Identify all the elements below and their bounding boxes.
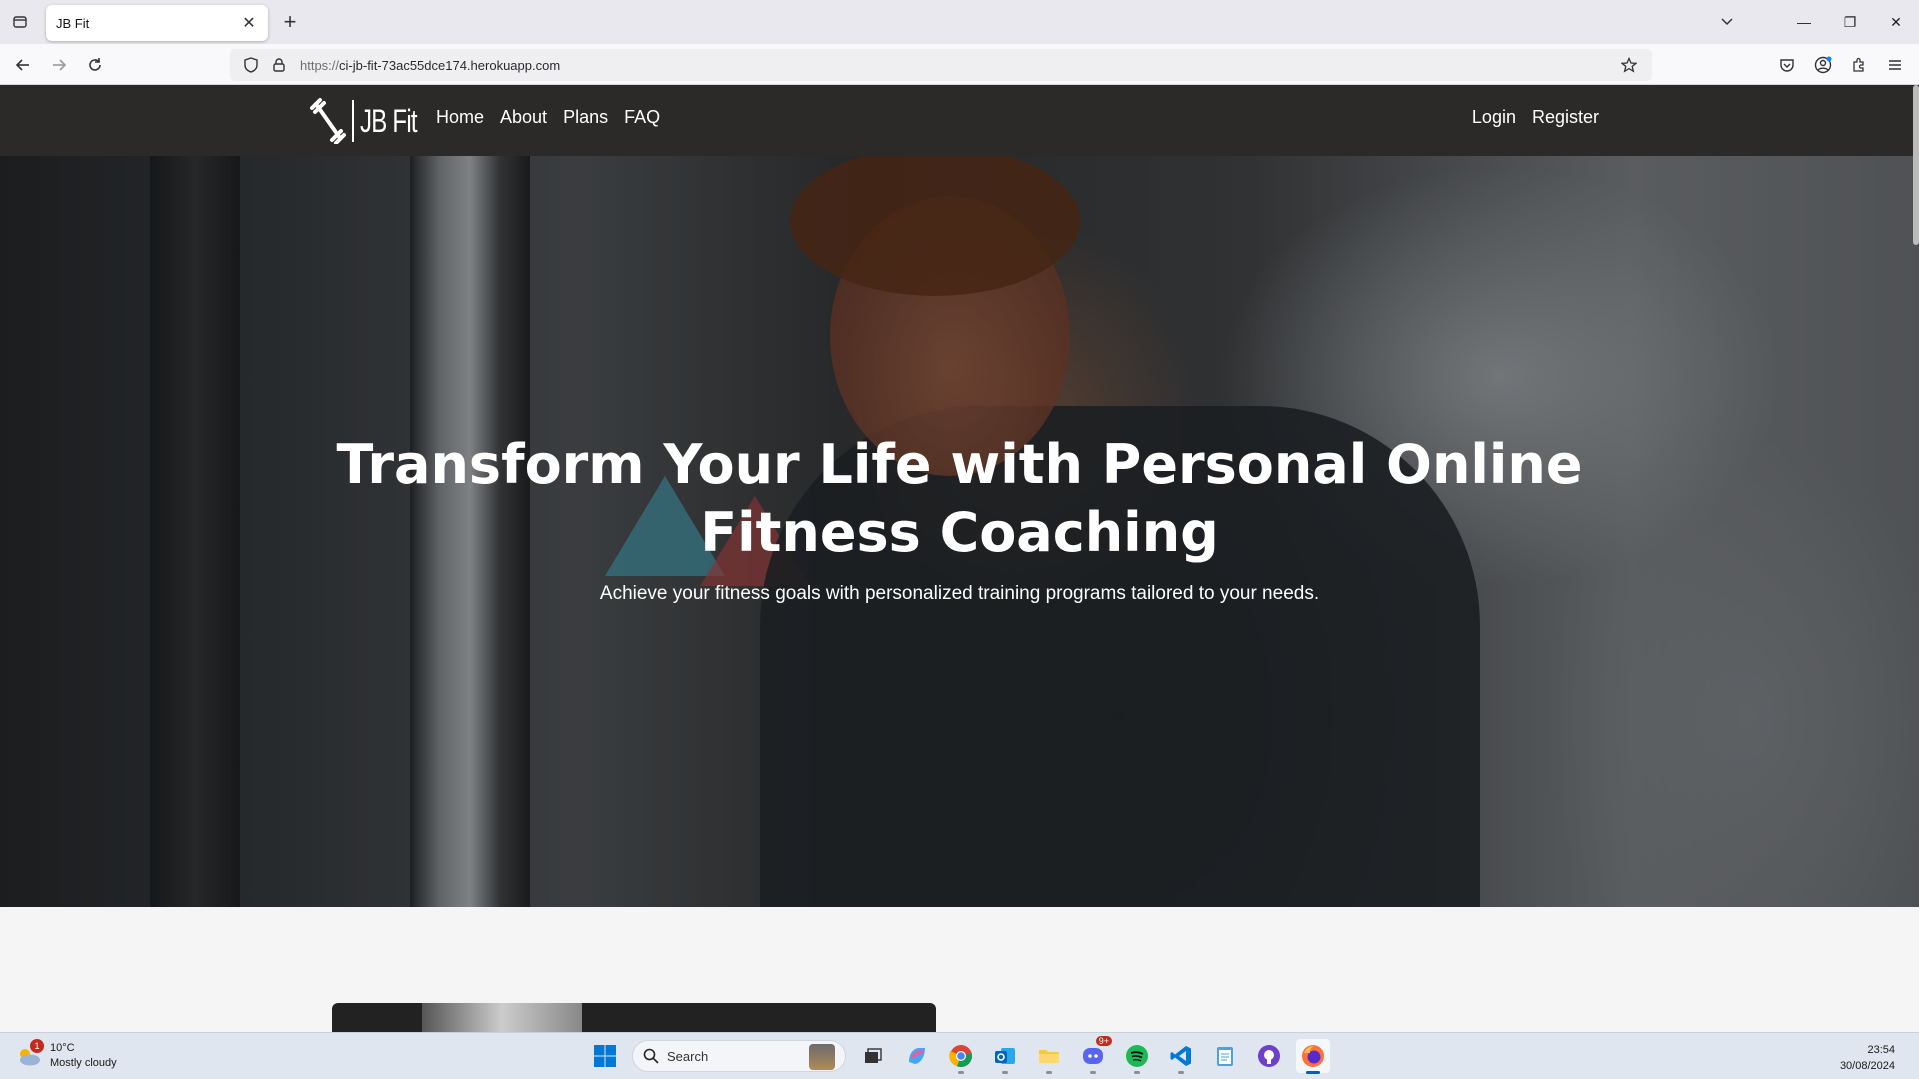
spotify-icon[interactable] [1120,1039,1154,1074]
restore-icon[interactable]: ❐ [1827,0,1873,44]
url-text: https://ci-jb-fit-73ac55dce174.herokuapp… [300,57,561,73]
forward-arrow-icon[interactable] [46,52,72,78]
task-view-icon[interactable] [856,1039,890,1073]
browser-toolbar: https://ci-jb-fit-73ac55dce174.herokuapp… [0,44,1919,85]
clock-date: 30/08/2024 [1839,1060,1895,1072]
site-navbar: JB Fit Home About Plans FAQ Login Regist… [0,85,1919,156]
github-desktop-icon[interactable] [1252,1039,1286,1073]
nav-plans[interactable]: Plans [563,107,608,128]
pocket-icon[interactable] [1774,52,1800,78]
search-highlight-image [809,1044,835,1070]
close-window-icon[interactable]: ✕ [1873,0,1919,44]
chevron-down-icon[interactable] [1715,10,1739,34]
search-icon [643,1048,659,1064]
running-indicator [1002,1071,1008,1074]
new-tab-icon[interactable]: + [278,9,302,34]
weather-condition: Mostly cloudy [50,1057,117,1069]
page-scrollbar[interactable] [1913,85,1919,245]
vscode-icon[interactable] [1164,1039,1198,1074]
running-indicator [958,1071,964,1074]
running-indicator [1046,1071,1052,1074]
content-image [422,1003,582,1032]
search-placeholder: Search [667,1048,709,1064]
hero-title-line: Transform Your Life with Personal Online [336,433,1583,496]
weather-alert-badge: 1 [30,1039,44,1053]
discord-notification-badge: 9+ [1095,1036,1112,1046]
nav-home[interactable]: Home [436,107,484,128]
auth-nav: Login Register [1472,107,1599,128]
menu-icon[interactable] [1882,52,1908,78]
firefox-icon[interactable] [1296,1039,1330,1074]
tab-title: JB Fit [56,15,90,31]
weather-text: 10°C Mostly cloudy [50,1041,117,1071]
logo-text: JB Fit [360,102,418,139]
dumbbell-icon [310,98,346,144]
running-indicator [1178,1071,1184,1074]
site-logo[interactable]: JB Fit [310,97,436,145]
file-explorer-icon[interactable] [1032,1039,1066,1074]
copilot-icon[interactable] [900,1039,934,1073]
browser-tab-bar: JB Fit ✕ + — ❐ ✕ [0,0,1919,44]
nav-login[interactable]: Login [1472,107,1516,128]
nav-faq[interactable]: FAQ [624,107,660,128]
outlook-icon[interactable] [988,1039,1022,1074]
weather-temperature: 10°C [50,1042,75,1054]
system-clock[interactable]: 23:54 30/08/2024 [1840,1042,1895,1074]
nav-register[interactable]: Register [1532,107,1599,128]
notepad-icon[interactable] [1208,1039,1242,1073]
back-arrow-icon[interactable] [10,52,36,78]
chrome-icon[interactable] [944,1039,978,1074]
nav-about[interactable]: About [500,107,547,128]
running-indicator [1134,1071,1140,1074]
close-tab-icon[interactable]: ✕ [240,14,258,32]
browser-tab-active[interactable]: JB Fit ✕ [46,5,268,41]
hero-title: Transform Your Life with Personal Online… [0,431,1919,567]
hero-title-line: Fitness Coaching [700,501,1219,564]
minimize-icon[interactable]: — [1781,0,1827,44]
extensions-icon[interactable] [1846,52,1872,78]
reload-icon[interactable] [82,52,108,78]
logo-divider [352,100,354,142]
web-page: JB Fit Home About Plans FAQ Login Regist… [0,85,1919,1032]
discord-icon[interactable]: 9+ [1076,1036,1112,1074]
bookmark-star-icon[interactable] [1616,52,1642,78]
lock-icon[interactable] [266,52,292,78]
weather-widget[interactable]: 1 10°C Mostly cloudy [16,1039,117,1071]
hero-section: Transform Your Life with Personal Online… [0,156,1919,907]
content-image-card [332,1003,936,1032]
taskbar-search[interactable]: Search [632,1040,846,1072]
running-indicator [1090,1071,1096,1074]
running-indicator [1306,1071,1320,1074]
tracking-shield-icon[interactable] [238,52,264,78]
address-bar[interactable]: https://ci-jb-fit-73ac55dce174.herokuapp… [230,49,1652,81]
account-icon[interactable] [1810,52,1836,78]
window-controls: — ❐ ✕ [1781,0,1919,44]
clock-time: 23:54 [1867,1044,1895,1056]
cloud-icon: 1 [16,1039,44,1067]
hero-subtitle: Achieve your fitness goals with personal… [599,583,1320,604]
tab-list-icon[interactable] [0,0,40,44]
main-nav: Home About Plans FAQ [436,107,660,128]
windows-start-icon[interactable] [588,1039,622,1073]
windows-taskbar: 1 10°C Mostly cloudy Search 9+ 23:54 30/… [0,1032,1919,1079]
taskbar-apps: Search 9+ [588,1036,1330,1074]
